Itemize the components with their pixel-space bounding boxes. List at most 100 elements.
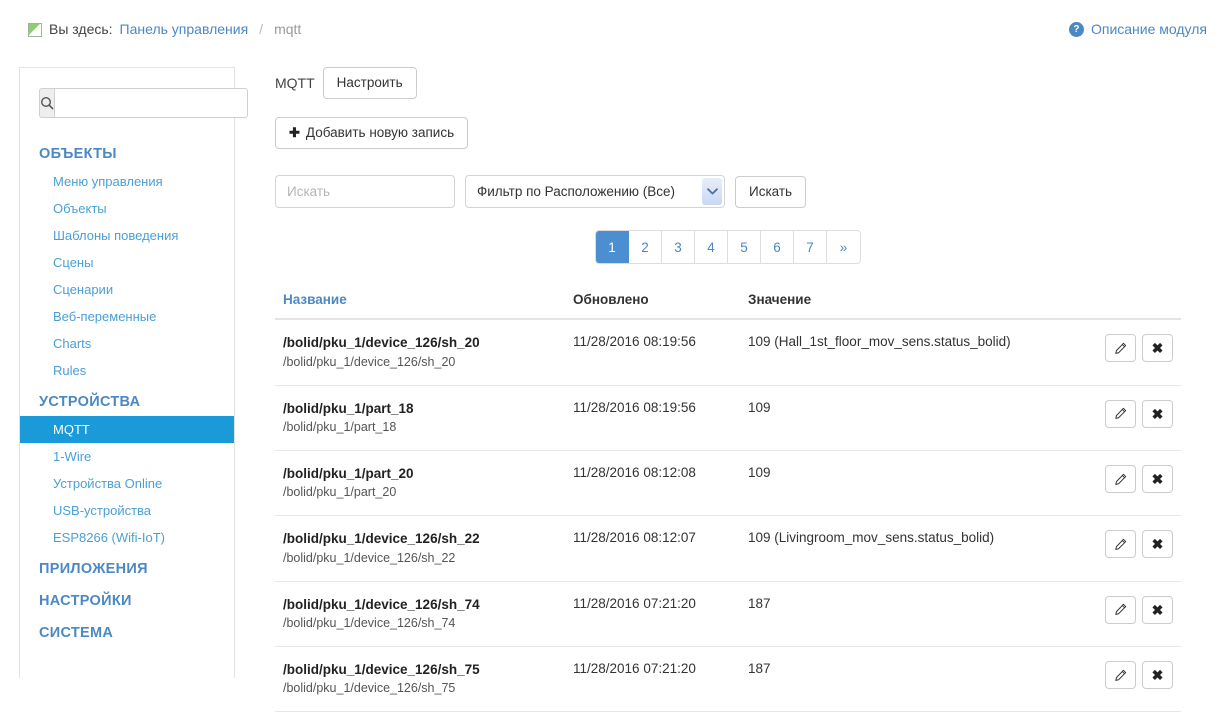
sidebar-item-charts[interactable]: Charts (20, 330, 234, 357)
cell-name: /bolid/pku_1/device_126/sh_20/bolid/pku_… (275, 319, 565, 385)
cell-updated: 11/28/2016 08:19:56 (565, 385, 740, 450)
breadcrumb-link-dashboard[interactable]: Панель управления (120, 21, 249, 37)
record-topic: /bolid/pku_1/part_20 (283, 483, 557, 501)
configure-button[interactable]: Настроить (323, 67, 417, 99)
pagination: 1234567» (595, 230, 861, 264)
cell-value: 187 (740, 647, 1085, 712)
pencil-icon (1114, 473, 1127, 486)
main-content: MQTT Настроить ✚ Добавить новую запись Ф… (275, 67, 1181, 712)
close-icon: ✖ (1152, 472, 1164, 486)
cell-name: /bolid/pku_1/part_18/bolid/pku_1/part_18 (275, 385, 565, 450)
sidebar-item-rules[interactable]: Rules (20, 357, 234, 384)
search-button[interactable]: Искать (735, 176, 806, 208)
table-row: /bolid/pku_1/device_126/sh_75/bolid/pku_… (275, 647, 1181, 712)
record-topic: /bolid/pku_1/device_126/sh_20 (283, 353, 557, 371)
edit-button[interactable] (1105, 400, 1136, 428)
record-topic: /bolid/pku_1/part_18 (283, 418, 557, 436)
sidebar-item-устройства-online[interactable]: Устройства Online (20, 470, 234, 497)
column-header-name[interactable]: Название (275, 292, 565, 319)
edit-button[interactable] (1105, 530, 1136, 558)
record-name: /bolid/pku_1/device_126/sh_75 (283, 661, 557, 679)
column-header-value: Значение (740, 292, 1085, 319)
close-icon: ✖ (1152, 603, 1164, 617)
page-link-5[interactable]: 5 (728, 231, 761, 263)
edit-button[interactable] (1105, 334, 1136, 362)
delete-button[interactable]: ✖ (1142, 465, 1173, 493)
search-input[interactable] (275, 175, 455, 208)
edit-button[interactable] (1105, 465, 1136, 493)
cell-actions: ✖ (1085, 385, 1181, 450)
cell-updated: 11/28/2016 08:12:08 (565, 451, 740, 516)
sidebar-item-сценарии[interactable]: Сценарии (20, 276, 234, 303)
page-link-6[interactable]: 6 (761, 231, 794, 263)
sidebar-section-header[interactable]: НАСТРОЙКИ (20, 587, 234, 615)
table-row: /bolid/pku_1/part_18/bolid/pku_1/part_18… (275, 385, 1181, 450)
sidebar-item-меню-управления[interactable]: Меню управления (20, 168, 234, 195)
module-icon (28, 23, 42, 37)
page-link-1[interactable]: 1 (596, 231, 629, 263)
sidebar-item-usb-устройства[interactable]: USB-устройства (20, 497, 234, 524)
delete-button[interactable]: ✖ (1142, 530, 1173, 558)
cell-name: /bolid/pku_1/device_126/sh_75/bolid/pku_… (275, 647, 565, 712)
cell-updated: 11/28/2016 07:21:20 (565, 647, 740, 712)
column-header-actions (1085, 292, 1181, 319)
location-filter-wrap: Фильтр по Расположению (Все) (465, 175, 725, 208)
pencil-icon (1114, 538, 1127, 551)
sidebar-section-header[interactable]: СИСТЕМА (20, 619, 234, 647)
page-link-3[interactable]: 3 (662, 231, 695, 263)
delete-button[interactable]: ✖ (1142, 400, 1173, 428)
page-title: MQTT (275, 75, 315, 91)
page-link-2[interactable]: 2 (629, 231, 662, 263)
sidebar: ОБЪЕКТЫМеню управленияОбъектыШаблоны пов… (19, 67, 235, 678)
close-icon: ✖ (1152, 537, 1164, 551)
close-icon: ✖ (1152, 668, 1164, 682)
close-icon: ✖ (1152, 407, 1164, 421)
sidebar-item-esp8266-wifi-iot[interactable]: ESP8266 (Wifi-IoT) (20, 524, 234, 551)
sidebar-item-1-wire[interactable]: 1-Wire (20, 443, 234, 470)
sidebar-item-веб-переменные[interactable]: Веб-переменные (20, 303, 234, 330)
breadcrumb: Вы здесь: Панель управления / mqtt (28, 21, 301, 37)
table-row: /bolid/pku_1/part_20/bolid/pku_1/part_20… (275, 451, 1181, 516)
breadcrumb-separator: / (259, 21, 263, 37)
cell-actions: ✖ (1085, 647, 1181, 712)
pencil-icon (1114, 669, 1127, 682)
module-help[interactable]: ? Описание модуля (1069, 21, 1207, 37)
edit-button[interactable] (1105, 596, 1136, 624)
sidebar-search-input[interactable] (54, 88, 248, 118)
delete-button[interactable]: ✖ (1142, 334, 1173, 362)
sidebar-item-mqtt[interactable]: MQTT (20, 416, 234, 443)
table-row: /bolid/pku_1/device_126/sh_20/bolid/pku_… (275, 319, 1181, 385)
add-new-record-label: Добавить новую запись (306, 125, 454, 141)
delete-button[interactable]: ✖ (1142, 661, 1173, 689)
add-row: ✚ Добавить новую запись (275, 117, 1181, 149)
sidebar-section-header[interactable]: ПРИЛОЖЕНИЯ (20, 555, 234, 583)
cell-actions: ✖ (1085, 319, 1181, 385)
location-filter-select[interactable]: Фильтр по Расположению (Все) (465, 175, 725, 208)
sidebar-item-объекты[interactable]: Объекты (20, 195, 234, 222)
page-title-row: MQTT Настроить (275, 67, 1181, 99)
pencil-icon (1114, 407, 1127, 420)
cell-name: /bolid/pku_1/part_20/bolid/pku_1/part_20 (275, 451, 565, 516)
filter-row: Фильтр по Расположению (Все) Искать (275, 175, 1181, 208)
search-icon[interactable] (39, 88, 54, 118)
delete-button[interactable]: ✖ (1142, 596, 1173, 624)
sidebar-item-шаблоны-поведения[interactable]: Шаблоны поведения (20, 222, 234, 249)
record-topic: /bolid/pku_1/device_126/sh_74 (283, 614, 557, 632)
page-link-next[interactable]: » (827, 231, 860, 263)
add-new-record-button[interactable]: ✚ Добавить новую запись (275, 117, 468, 149)
sidebar-section-header[interactable]: УСТРОЙСТВА (20, 388, 234, 416)
cell-value: 187 (740, 581, 1085, 646)
table-row: /bolid/pku_1/device_126/sh_22/bolid/pku_… (275, 516, 1181, 581)
plus-icon: ✚ (289, 125, 300, 141)
sidebar-section-header[interactable]: ОБЪЕКТЫ (20, 140, 234, 168)
table-row: /bolid/pku_1/device_126/sh_74/bolid/pku_… (275, 581, 1181, 646)
record-topic: /bolid/pku_1/device_126/sh_75 (283, 679, 557, 697)
table-head: Название Обновлено Значение (275, 292, 1181, 319)
sidebar-item-сцены[interactable]: Сцены (20, 249, 234, 276)
module-description-link[interactable]: Описание модуля (1091, 21, 1207, 37)
edit-button[interactable] (1105, 661, 1136, 689)
page-link-4[interactable]: 4 (695, 231, 728, 263)
breadcrumb-bar: Вы здесь: Панель управления / mqtt ? Опи… (0, 0, 1225, 58)
column-header-updated: Обновлено (565, 292, 740, 319)
page-link-7[interactable]: 7 (794, 231, 827, 263)
